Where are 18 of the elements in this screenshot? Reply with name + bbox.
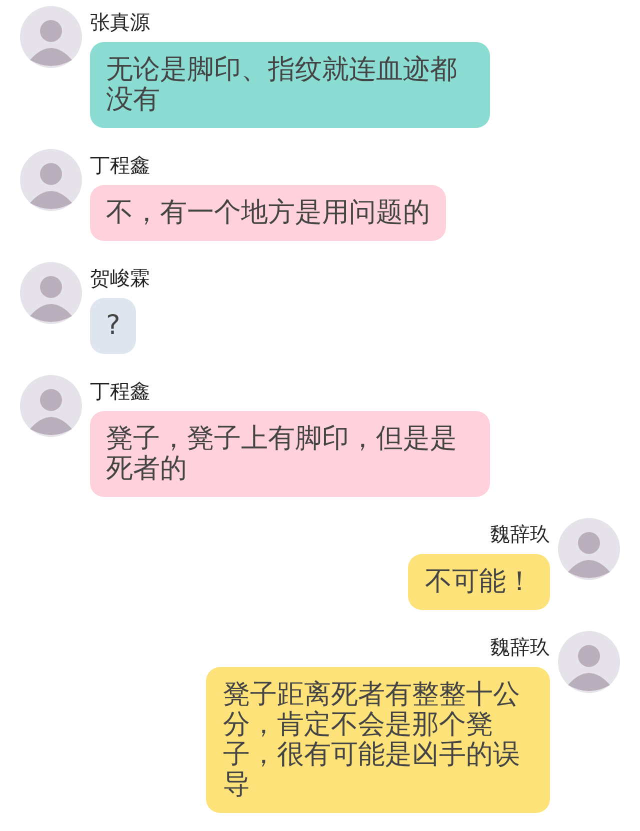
avatar bbox=[20, 6, 82, 68]
sender-name: 丁程鑫 bbox=[90, 378, 150, 405]
avatar bbox=[558, 631, 620, 693]
sender-name: 贺峻霖 bbox=[90, 265, 150, 292]
message-bubble: 无论是脚印、指纹就连血迹都没有 bbox=[90, 42, 490, 128]
message-bubble: 不，有一个地方是用问题的 bbox=[90, 185, 446, 241]
sender-name: 丁程鑫 bbox=[90, 152, 150, 179]
message-bubble: ? bbox=[90, 298, 136, 354]
message-bubble: 不可能！ bbox=[408, 554, 550, 610]
sender-name: 魏辞玖 bbox=[490, 634, 550, 661]
message-bubble: 凳子，凳子上有脚印，但是是死者的 bbox=[90, 411, 490, 497]
avatar bbox=[558, 518, 620, 580]
avatar bbox=[20, 262, 82, 324]
sender-name: 魏辞玖 bbox=[490, 521, 550, 548]
message-bubble: 凳子距离死者有整整十公分，肯定不会是那个凳子，很有可能是凶手的误导 bbox=[206, 667, 550, 813]
avatar bbox=[20, 375, 82, 437]
avatar bbox=[20, 149, 82, 211]
sender-name: 张真源 bbox=[90, 9, 150, 36]
